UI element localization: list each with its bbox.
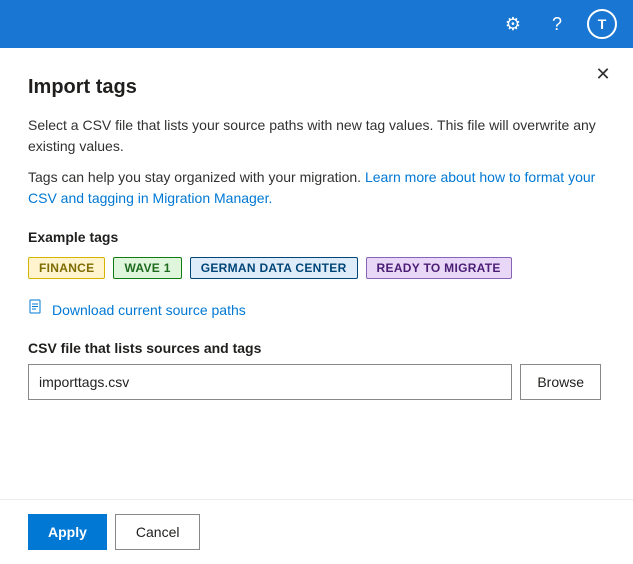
csv-label: CSV file that lists sources and tags: [28, 340, 601, 356]
topbar: ⚙ ? T: [0, 0, 633, 48]
download-icon: [28, 299, 44, 320]
description-2: Tags can help you stay organized with yo…: [28, 167, 601, 209]
tags-container: FINANCE WAVE 1 GERMAN DATA CENTER READY …: [28, 257, 601, 279]
tag-ready-to-migrate: READY TO MIGRATE: [366, 257, 512, 279]
csv-file-input[interactable]: [28, 364, 512, 400]
tag-finance: FINANCE: [28, 257, 105, 279]
file-input-row: Browse: [28, 364, 601, 400]
cancel-button[interactable]: Cancel: [115, 514, 201, 550]
description-2-text: Tags can help you stay organized with yo…: [28, 169, 361, 185]
help-icon[interactable]: ?: [543, 10, 571, 38]
tag-german-data-center: GERMAN DATA CENTER: [190, 257, 358, 279]
apply-button[interactable]: Apply: [28, 514, 107, 550]
user-avatar[interactable]: T: [587, 9, 617, 39]
settings-icon[interactable]: ⚙: [499, 10, 527, 38]
browse-button[interactable]: Browse: [520, 364, 601, 400]
description-1: Select a CSV file that lists your source…: [28, 115, 601, 157]
close-button[interactable]: ✕: [589, 60, 617, 88]
modal-title: Import tags: [28, 76, 601, 99]
modal-body: Import tags Select a CSV file that lists…: [0, 48, 633, 499]
tags-section-label: Example tags: [28, 229, 601, 245]
download-link[interactable]: Download current source paths: [28, 299, 601, 320]
download-link-text: Download current source paths: [52, 302, 246, 318]
modal-footer: Apply Cancel: [0, 499, 633, 564]
tag-wave1: WAVE 1: [113, 257, 181, 279]
import-tags-modal: ✕ Import tags Select a CSV file that lis…: [0, 48, 633, 564]
